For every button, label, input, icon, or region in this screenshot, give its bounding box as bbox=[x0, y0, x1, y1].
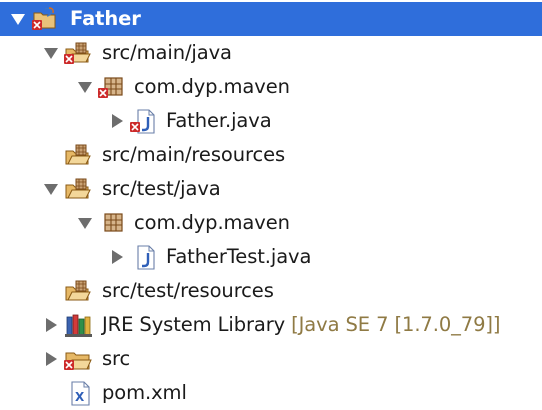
svg-text:X: X bbox=[75, 390, 85, 404]
expand-toggle-icon[interactable] bbox=[43, 45, 59, 61]
tree-row-label: src/test/java bbox=[102, 177, 221, 200]
source-folder-icon bbox=[63, 279, 93, 304]
package-explorer-tree: Father src/main/java com.dyp.maven Fathe… bbox=[0, 0, 542, 408]
library-icon bbox=[63, 313, 93, 338]
collapse-toggle-icon[interactable] bbox=[43, 317, 59, 333]
package-icon bbox=[97, 211, 127, 236]
tree-row-src-main-resources[interactable]: src/main/resources bbox=[0, 138, 542, 172]
collapse-toggle-icon[interactable] bbox=[109, 249, 125, 265]
tree-row-package-main[interactable]: com.dyp.maven bbox=[0, 70, 542, 104]
tree-row-src-folder[interactable]: src bbox=[0, 342, 542, 376]
tree-row-fathertest-java[interactable]: FatherTest.java bbox=[0, 240, 542, 274]
collapse-toggle-icon[interactable] bbox=[109, 113, 125, 129]
folder-icon bbox=[63, 347, 93, 372]
tree-row-label: Father.java bbox=[166, 109, 272, 132]
tree-row-father-project[interactable]: Father bbox=[0, 2, 542, 36]
tree-row-label: com.dyp.maven bbox=[134, 211, 290, 234]
tree-row-label: FatherTest.java bbox=[166, 245, 312, 268]
tree-row-label: com.dyp.maven bbox=[134, 75, 290, 98]
xml-file-icon: X bbox=[67, 381, 97, 406]
tree-row-src-test-java[interactable]: src/test/java bbox=[0, 172, 542, 206]
source-folder-icon bbox=[63, 177, 93, 202]
java-project-icon bbox=[31, 7, 61, 32]
jre-version-decoration: [Java SE 7 [1.7.0_79]] bbox=[291, 313, 501, 336]
source-folder-icon bbox=[63, 41, 93, 66]
tree-row-label: src bbox=[102, 347, 131, 370]
java-file-icon bbox=[129, 245, 159, 270]
source-folder-icon bbox=[63, 143, 93, 168]
tree-row-label: pom.xml bbox=[102, 381, 187, 404]
expand-toggle-icon[interactable] bbox=[77, 79, 93, 95]
tree-row-label: src/main/resources bbox=[102, 143, 286, 166]
java-file-icon bbox=[129, 109, 159, 134]
expand-toggle-icon[interactable] bbox=[10, 11, 26, 27]
tree-row-father-java[interactable]: Father.java bbox=[0, 104, 542, 138]
tree-row-label: JRE System Library bbox=[102, 313, 286, 336]
collapse-toggle-icon[interactable] bbox=[43, 351, 59, 367]
tree-row-jre-system-library[interactable]: JRE System Library [Java SE 7 [1.7.0_79]] bbox=[0, 308, 542, 342]
tree-row-package-test[interactable]: com.dyp.maven bbox=[0, 206, 542, 240]
expand-toggle-icon[interactable] bbox=[43, 181, 59, 197]
tree-row-label: src/test/resources bbox=[102, 279, 274, 302]
tree-row-src-test-resources[interactable]: src/test/resources bbox=[0, 274, 542, 308]
tree-row-pom-xml[interactable]: X pom.xml bbox=[0, 376, 542, 410]
expand-toggle-icon[interactable] bbox=[77, 215, 93, 231]
package-icon bbox=[97, 75, 127, 100]
tree-row-label: src/main/java bbox=[102, 41, 232, 64]
tree-row-label-group: JRE System Library [Java SE 7 [1.7.0_79]] bbox=[102, 308, 501, 342]
tree-row-src-main-java[interactable]: src/main/java bbox=[0, 36, 542, 70]
tree-row-label: Father bbox=[70, 7, 141, 30]
